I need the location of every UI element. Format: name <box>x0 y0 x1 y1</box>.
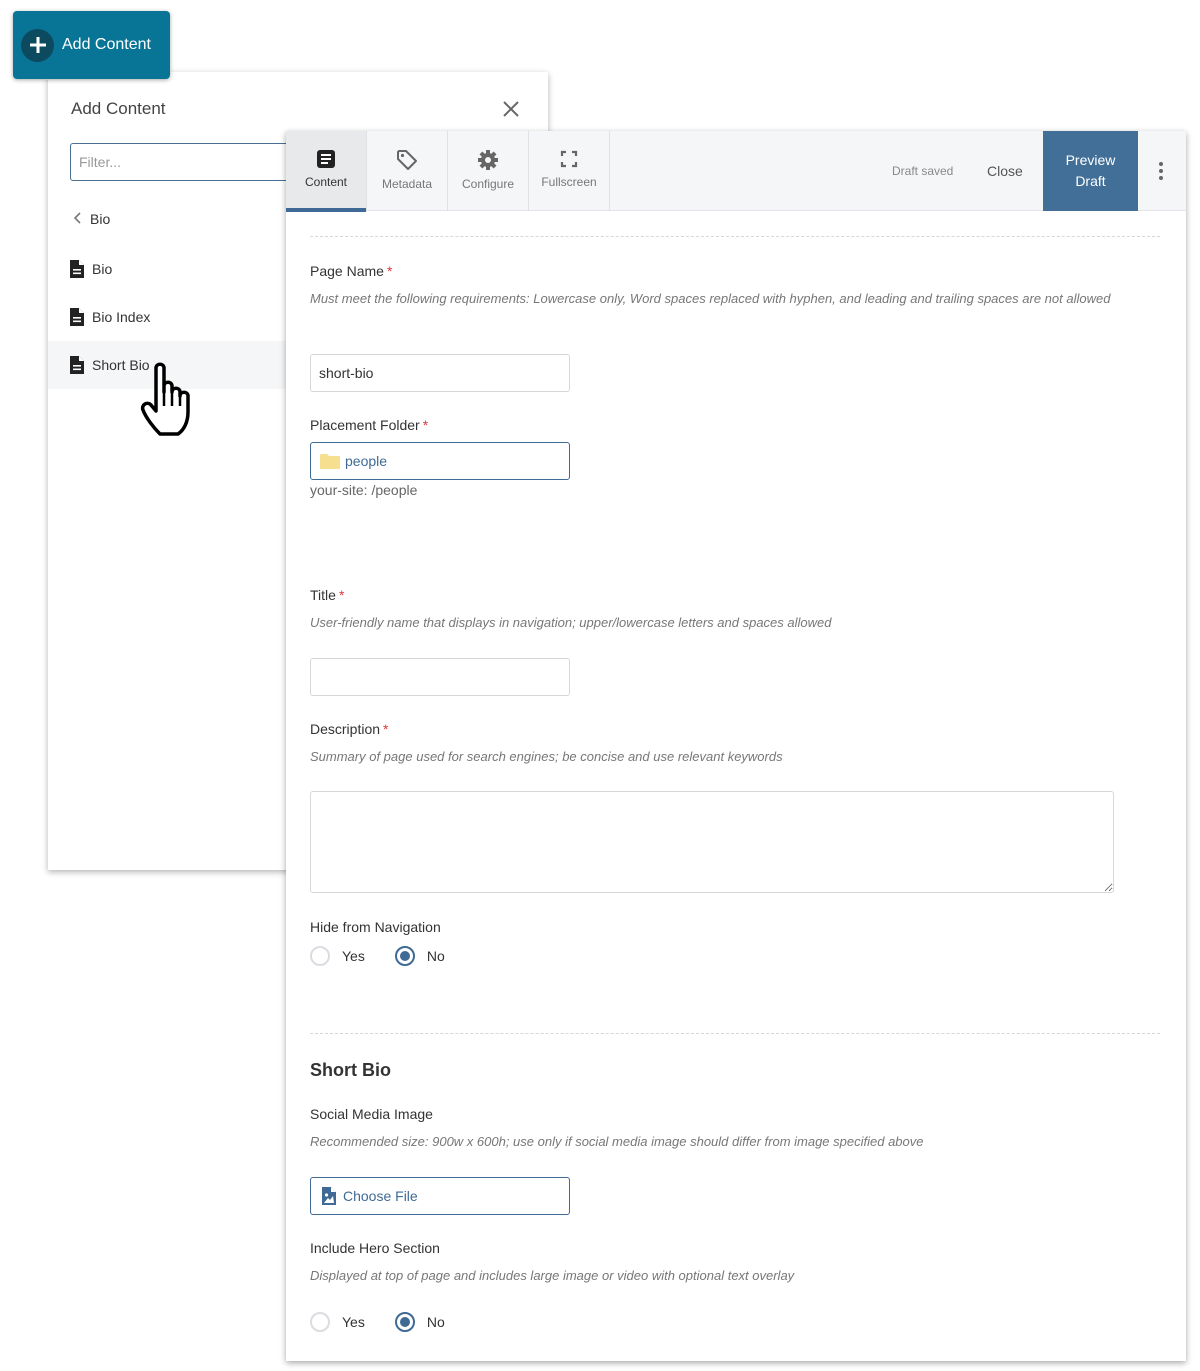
hero-label: Include Hero Section <box>310 1240 440 1256</box>
list-item-label: Bio Index <box>92 309 151 325</box>
social-image-label: Social Media Image <box>310 1106 433 1122</box>
document-icon <box>70 260 84 278</box>
placement-path: your-site: /people <box>310 482 418 498</box>
add-content-label: Add Content <box>62 36 151 53</box>
choose-file-button[interactable]: Choose File <box>310 1177 570 1215</box>
add-content-button[interactable]: Add Content <box>13 11 170 79</box>
page-name-input[interactable] <box>310 354 570 392</box>
document-icon <box>70 308 84 326</box>
hand-cursor-icon <box>140 360 206 443</box>
divider <box>310 236 1160 237</box>
document-icon <box>70 356 84 374</box>
description-label: Description * <box>310 721 389 737</box>
folder-icon <box>320 454 340 469</box>
hero-radio-group: Yes No <box>310 1312 475 1332</box>
editor-toolbar: Content Metadata Configure Fullscreen Dr… <box>286 131 1186 212</box>
description-textarea[interactable] <box>310 791 1114 893</box>
fullscreen-icon <box>560 150 578 168</box>
close-button[interactable]: Close <box>987 163 1023 179</box>
draft-status: Draft saved <box>892 164 954 178</box>
tag-icon <box>397 150 417 170</box>
close-icon[interactable] <box>500 98 522 120</box>
content-icon <box>317 150 335 168</box>
title-input[interactable] <box>310 658 570 696</box>
title-label: Title * <box>310 587 345 603</box>
tab-configure[interactable]: Configure <box>448 131 529 211</box>
list-item-bio-index[interactable]: Bio Index <box>48 293 288 341</box>
section-title: Short Bio <box>310 1060 391 1080</box>
hero-no-radio[interactable] <box>394 1312 415 1332</box>
plus-icon <box>21 28 54 62</box>
hide-nav-no-radio[interactable] <box>394 946 415 966</box>
placement-folder-picker[interactable]: people <box>310 442 570 480</box>
list-item-label: Bio <box>92 261 113 277</box>
tab-fullscreen[interactable]: Fullscreen <box>529 131 610 211</box>
image-file-icon <box>322 1187 336 1205</box>
panel-title: Add Content <box>71 99 166 118</box>
social-image-help: Recommended size: 900w x 600h; use only … <box>310 1134 924 1149</box>
gear-icon <box>478 150 498 170</box>
hero-yes-radio[interactable] <box>310 1312 330 1332</box>
tab-content[interactable]: Content <box>286 131 367 212</box>
title-help: User-friendly name that displays in navi… <box>310 615 832 630</box>
hide-nav-yes-radio[interactable] <box>310 946 330 966</box>
divider <box>310 1033 1160 1034</box>
hide-nav-label: Hide from Navigation <box>310 919 441 935</box>
page-name-help: Must meet the following requirements: Lo… <box>310 291 1111 306</box>
kebab-menu-icon[interactable] <box>1151 159 1171 183</box>
tab-metadata[interactable]: Metadata <box>367 131 448 211</box>
description-help: Summary of page used for search engines;… <box>310 749 783 764</box>
hero-help: Displayed at top of page and includes la… <box>310 1268 795 1283</box>
back-to-bio[interactable]: Bio <box>73 211 111 227</box>
list-item-bio[interactable]: Bio <box>48 245 288 293</box>
chevron-left-icon <box>73 211 82 227</box>
preview-draft-button[interactable]: Preview Draft <box>1043 131 1138 211</box>
content-editor: Content Metadata Configure Fullscreen Dr… <box>286 131 1186 1361</box>
page-name-label: Page Name * <box>310 263 393 279</box>
back-label: Bio <box>90 211 111 227</box>
placement-folder-label: Placement Folder * <box>310 417 429 433</box>
hide-nav-radio-group: Yes No <box>310 946 475 966</box>
